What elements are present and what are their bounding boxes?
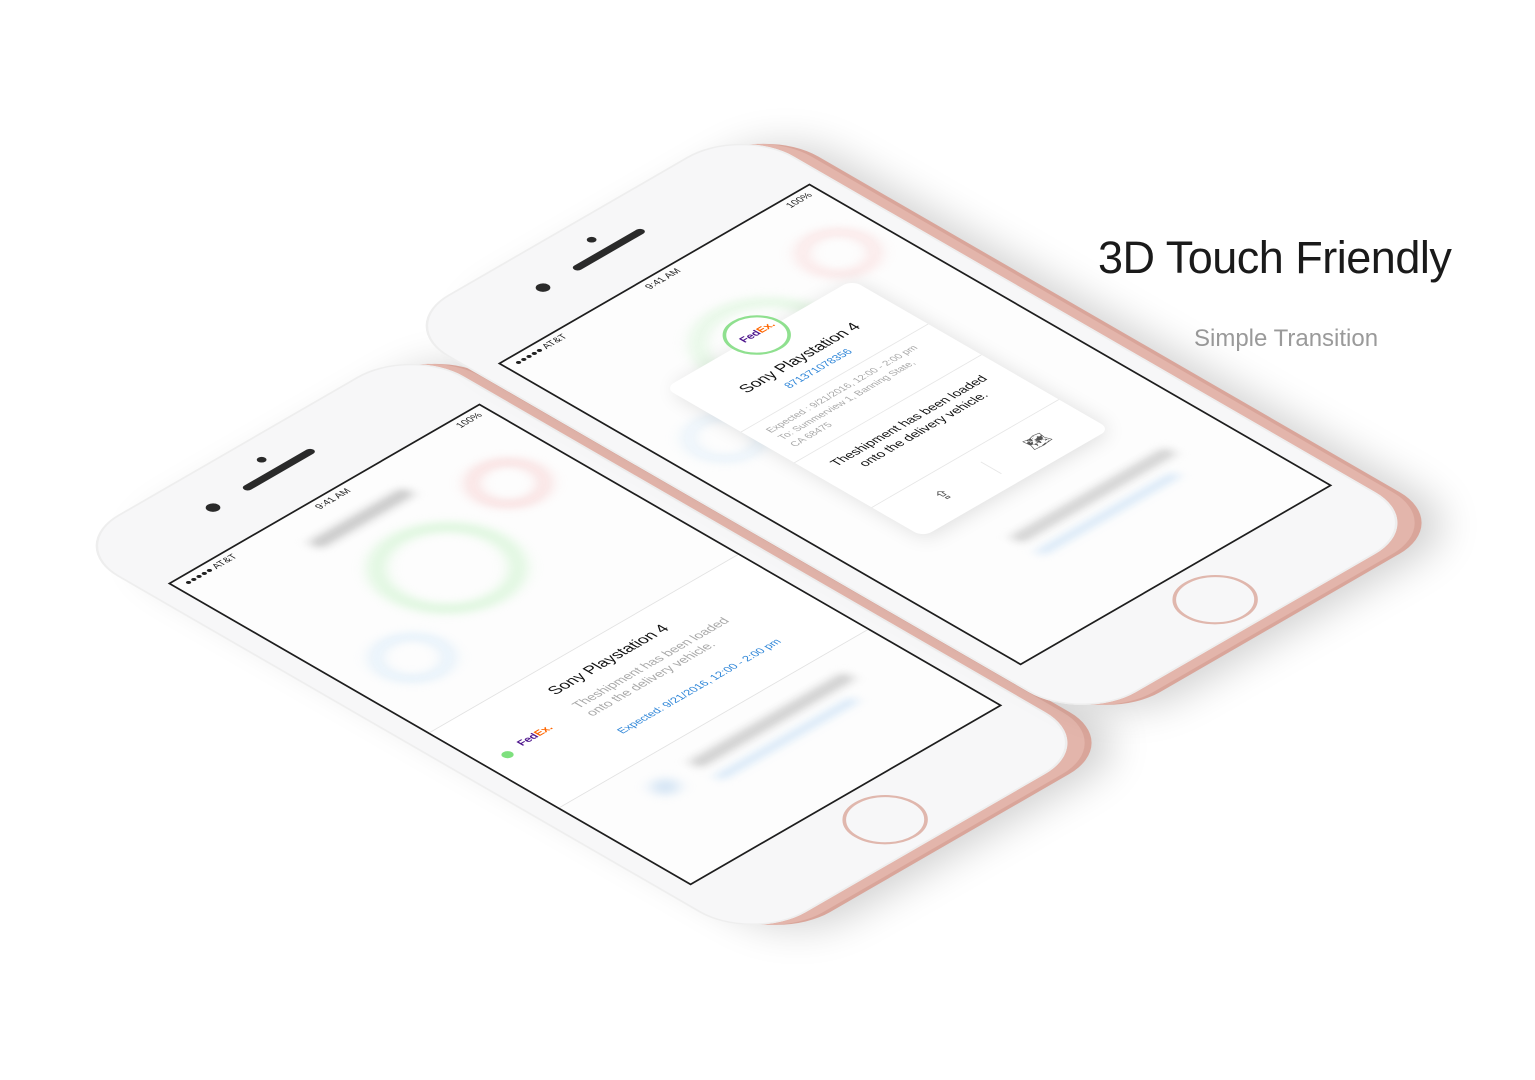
- battery-label: 100%: [453, 411, 486, 430]
- status-dot: [498, 749, 517, 760]
- subline: Simple Transition: [1194, 325, 1379, 352]
- map-icon: 🗺: [1018, 430, 1056, 452]
- blurred-ring-green: [335, 503, 560, 633]
- fedex-logo: FedEx.: [514, 723, 557, 748]
- share-icon: ⇪: [928, 486, 959, 504]
- blurred-ring-red: [447, 448, 569, 518]
- blurred-row-dot: [644, 774, 686, 799]
- blurred-ring-red: [777, 218, 899, 289]
- share-button[interactable]: ⇪: [880, 458, 1008, 532]
- fedex-logo: FedEx.: [736, 320, 779, 345]
- headline: 3D Touch Friendly: [1098, 232, 1452, 283]
- battery-label: 100%: [783, 191, 816, 210]
- map-button[interactable]: 🗺: [973, 404, 1101, 478]
- blurred-ring-blue: [351, 622, 473, 693]
